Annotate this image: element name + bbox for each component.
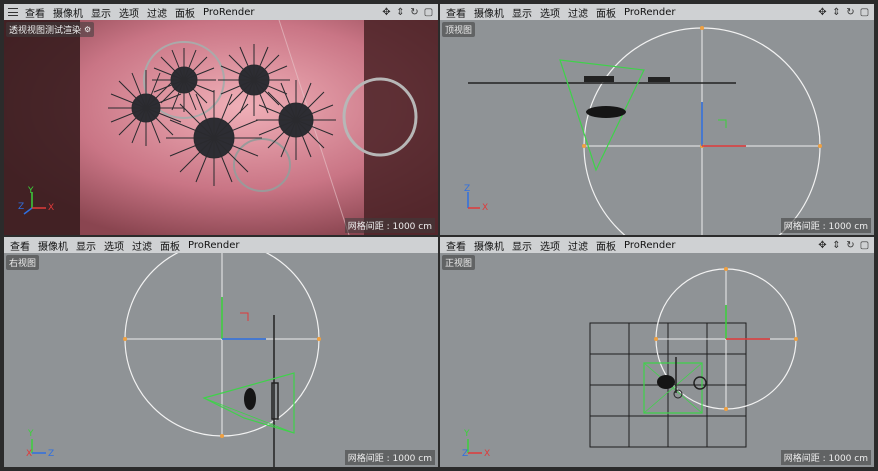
viewport-front[interactable]: 查看 摄像机 显示 选项 过滤 面板 ProRender ✥ ⇕ ↻ ▢ 正视图… xyxy=(440,237,874,467)
menu-panel[interactable]: 面板 xyxy=(592,238,620,253)
menu-filter[interactable]: 过滤 xyxy=(564,238,592,253)
viewport-toolbar: 查看 摄像机 显示 选项 过滤 面板 ProRender xyxy=(4,237,438,253)
viewport-toolbar: 查看 摄像机 显示 选项 过滤 面板 ProRender ✥ ⇕ ↻ ▢ xyxy=(440,237,874,253)
zoom-view-icon[interactable]: ⇕ xyxy=(831,7,842,18)
zoom-view-icon[interactable]: ⇕ xyxy=(395,7,406,18)
menu-prorender[interactable]: ProRender xyxy=(184,240,243,251)
axis-label-x: X xyxy=(482,203,489,213)
menu-panel[interactable]: 面板 xyxy=(592,5,620,20)
axis-label-z: Z xyxy=(464,184,471,194)
menu-prorender[interactable]: ProRender xyxy=(199,7,258,18)
axis-label-z: Z xyxy=(48,449,55,459)
right-scene xyxy=(31,253,321,467)
menu-view[interactable]: 查看 xyxy=(442,5,470,20)
move-view-icon[interactable]: ✥ xyxy=(381,7,392,18)
menu-display[interactable]: 显示 xyxy=(72,238,100,253)
rotate-view-icon[interactable]: ↻ xyxy=(409,7,420,18)
move-view-icon[interactable]: ✥ xyxy=(817,240,828,251)
grid-spacing-label: 网格间距 : 1000 cm xyxy=(780,450,871,465)
menu-camera[interactable]: 摄像机 xyxy=(34,238,72,253)
menu-filter[interactable]: 过滤 xyxy=(564,5,592,20)
render-scene xyxy=(4,20,438,235)
viewport-top[interactable]: 查看 摄像机 显示 选项 过滤 面板 ProRender ✥ ⇕ ↻ ▢ 顶视图… xyxy=(440,4,874,235)
menu-display[interactable]: 显示 xyxy=(87,5,115,20)
grid-spacing-label: 网格间距 : 1000 cm xyxy=(344,218,435,233)
axis-label-x: X xyxy=(48,203,55,213)
axis-label-z: Z xyxy=(462,449,469,459)
menu-options[interactable]: 选项 xyxy=(536,238,564,253)
right-canvas[interactable]: 右视图 Y X Z 网格间距 : 1000 cm xyxy=(4,253,438,467)
menu-display[interactable]: 显示 xyxy=(508,5,536,20)
top-scene xyxy=(467,26,822,235)
menu-view[interactable]: 查看 xyxy=(442,238,470,253)
menu-options[interactable]: 选项 xyxy=(100,238,128,253)
axis-label-y: Y xyxy=(28,429,34,439)
settings-gear-icon[interactable]: ⚙ xyxy=(84,25,91,34)
maximize-view-icon[interactable]: ▢ xyxy=(859,7,870,18)
menu-panel[interactable]: 面板 xyxy=(156,238,184,253)
menu-options[interactable]: 选项 xyxy=(536,5,564,20)
viewport-label: 右视图 xyxy=(6,255,40,270)
zoom-view-icon[interactable]: ⇕ xyxy=(831,240,842,251)
viewport-label: 顶视图 xyxy=(442,22,476,37)
menu-options[interactable]: 选项 xyxy=(115,5,143,20)
menu-display[interactable]: 显示 xyxy=(508,238,536,253)
menu-filter[interactable]: 过滤 xyxy=(128,238,156,253)
axis-label-x: X xyxy=(26,449,33,459)
menu-camera[interactable]: 摄像机 xyxy=(49,5,87,20)
render-canvas[interactable]: 透视视图测试渲染 ⚙ Y Z X 网格间距 : 1000 cm xyxy=(4,20,438,235)
front-scene xyxy=(467,267,798,454)
maximize-view-icon[interactable]: ▢ xyxy=(423,7,434,18)
grid-spacing-label: 网格间距 : 1000 cm xyxy=(344,450,435,465)
axis-label-y: Y xyxy=(28,186,34,196)
viewport-perspective[interactable]: 查看 摄像机 显示 选项 过滤 面板 ProRender ✥ ⇕ ↻ ▢ 透视视… xyxy=(4,4,438,235)
viewport-label: 正视图 xyxy=(442,255,476,270)
menu-prorender[interactable]: ProRender xyxy=(620,240,679,251)
viewport-right[interactable]: 查看 摄像机 显示 选项 过滤 面板 ProRender 右视图 Y X Z 网… xyxy=(4,237,438,467)
menu-panel[interactable]: 面板 xyxy=(171,5,199,20)
maximize-view-icon[interactable]: ▢ xyxy=(859,240,870,251)
rotate-view-icon[interactable]: ↻ xyxy=(845,7,856,18)
hamburger-menu-icon[interactable] xyxy=(8,7,18,17)
menu-filter[interactable]: 过滤 xyxy=(143,5,171,20)
menu-view[interactable]: 查看 xyxy=(6,238,34,253)
axis-label-x: X xyxy=(484,449,491,459)
menu-camera[interactable]: 摄像机 xyxy=(470,5,508,20)
grid-spacing-label: 网格间距 : 1000 cm xyxy=(780,218,871,233)
top-canvas[interactable]: 顶视图 Z X 网格间距 : 1000 cm xyxy=(440,20,874,235)
axis-label-y: Y xyxy=(464,429,470,439)
front-canvas[interactable]: 正视图 Y Z X 网格间距 : 1000 cm xyxy=(440,253,874,467)
menu-camera[interactable]: 摄像机 xyxy=(470,238,508,253)
rotate-view-icon[interactable]: ↻ xyxy=(845,240,856,251)
viewport-toolbar: 查看 摄像机 显示 选项 过滤 面板 ProRender ✥ ⇕ ↻ ▢ xyxy=(440,4,874,20)
viewport-label-text: 透视视图测试渲染 xyxy=(9,26,82,36)
viewport-toolbar: 查看 摄像机 显示 选项 过滤 面板 ProRender ✥ ⇕ ↻ ▢ xyxy=(4,4,438,20)
axis-label-z: Z xyxy=(18,202,25,212)
menu-view[interactable]: 查看 xyxy=(21,5,49,20)
menu-prorender[interactable]: ProRender xyxy=(620,7,679,18)
move-view-icon[interactable]: ✥ xyxy=(817,7,828,18)
viewport-label: 透视视图测试渲染 ⚙ xyxy=(6,22,95,37)
